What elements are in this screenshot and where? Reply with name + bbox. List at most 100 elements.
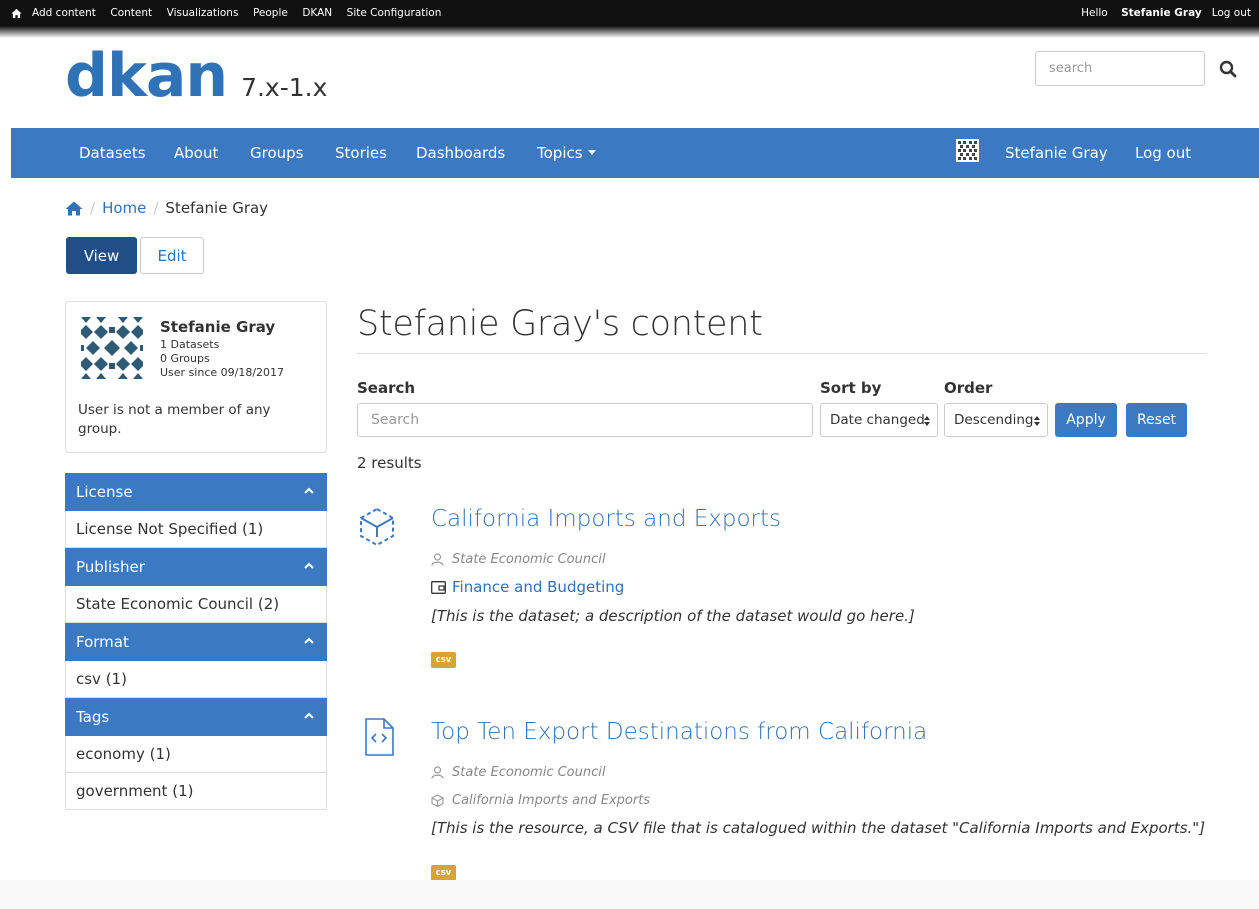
main-navigation: Datasets About Groups Stories Dashboards… (11, 128, 1259, 178)
divider (357, 353, 1207, 354)
content-search-input[interactable] (357, 403, 813, 437)
search-icon[interactable] (1219, 60, 1237, 78)
facet-title: Publisher (76, 558, 145, 576)
order-select-value: Descending (954, 412, 1034, 428)
nav-topics[interactable]: Topics (537, 144, 596, 162)
profile-datasets: 1 Datasets (160, 338, 220, 351)
select-arrows-icon (924, 416, 930, 426)
result-publisher: State Economic Council (431, 552, 606, 567)
facet-header-license[interactable]: License (65, 473, 327, 511)
chevron-up-icon (304, 637, 314, 644)
facet-item[interactable]: csv (1) (65, 661, 327, 698)
sort-select[interactable]: Date changed (820, 403, 938, 437)
apply-button[interactable]: Apply (1055, 403, 1117, 437)
profile-note: User is not a member of any group. (78, 402, 271, 437)
facet-item[interactable]: government (1) (65, 773, 327, 810)
nav-groups[interactable]: Groups (250, 144, 303, 162)
facet-title: Format (76, 633, 129, 651)
admin-link-site-configuration[interactable]: Site Configuration (347, 7, 442, 19)
nav-datasets[interactable]: Datasets (79, 144, 146, 162)
dataset-icon (431, 794, 444, 807)
result-parent-dataset: California Imports and Exports (431, 793, 650, 808)
nav-about[interactable]: About (174, 144, 218, 162)
order-label: Order (944, 379, 993, 397)
result-publisher: State Economic Council (431, 765, 606, 780)
parent-dataset-name: California Imports and Exports (452, 793, 651, 808)
user-profile-card: Stefanie Gray 1 Datasets 0 Groups User s… (65, 301, 327, 453)
result-topic-link[interactable]: Finance and Budgeting (431, 578, 624, 596)
site-version: 7.x-1.x (241, 73, 328, 102)
profile-info: Stefanie Gray 1 Datasets 0 Groups User s… (160, 318, 284, 380)
admin-link-dkan[interactable]: DKAN (302, 7, 332, 19)
nav-dashboards[interactable]: Dashboards (416, 144, 505, 162)
admin-logout-link[interactable]: Log out (1212, 7, 1251, 19)
order-select[interactable]: Descending (944, 403, 1048, 437)
resource-file-icon (365, 718, 394, 756)
dataset-icon (360, 507, 394, 547)
breadcrumb-separator: / (90, 199, 96, 217)
nav-user[interactable]: Stefanie Gray (1005, 144, 1108, 162)
breadcrumb: / Home / Stefanie Gray (65, 199, 268, 217)
select-arrows-icon (1034, 416, 1040, 426)
admin-toolbar: Add content Content Visualizations Peopl… (0, 0, 1259, 38)
home-icon[interactable] (65, 201, 83, 216)
admin-user-link[interactable]: Stefanie Gray (1121, 7, 1202, 19)
chevron-up-icon (304, 562, 314, 569)
facet-item[interactable]: economy (1) (65, 736, 327, 773)
breadcrumb-home[interactable]: Home (102, 199, 146, 217)
format-badge[interactable]: csv (431, 652, 456, 668)
facet-title: License (76, 483, 133, 501)
breadcrumb-separator: / (153, 199, 159, 217)
user-avatar-icon[interactable] (956, 139, 979, 162)
format-badge[interactable]: csv (431, 865, 456, 881)
reset-button[interactable]: Reset (1126, 403, 1187, 437)
result-description: [This is the resource, a CSV file that i… (431, 819, 1206, 837)
topic-name: Finance and Budgeting (452, 578, 625, 596)
tab-edit[interactable]: Edit (140, 237, 204, 274)
chevron-up-icon (304, 487, 314, 494)
header-search (1035, 51, 1237, 86)
profile-since: User since 09/18/2017 (160, 366, 285, 379)
facet-header-publisher[interactable]: Publisher (65, 548, 327, 586)
user-avatar-icon (81, 317, 143, 379)
nav-logout[interactable]: Log out (1135, 144, 1191, 162)
chevron-up-icon (304, 712, 314, 719)
facet-header-format[interactable]: Format (65, 623, 327, 661)
facet-title: Tags (76, 708, 110, 726)
admin-link-people[interactable]: People (253, 7, 288, 19)
publisher-icon (431, 766, 444, 779)
admin-link-visualizations[interactable]: Visualizations (167, 7, 239, 19)
facet-item[interactable]: State Economic Council (2) (65, 586, 327, 623)
sort-label: Sort by (820, 379, 882, 397)
logo-text: dkan (65, 41, 228, 111)
nav-topics-label: Topics (537, 144, 583, 162)
nav-stories[interactable]: Stories (335, 144, 387, 162)
admin-greeting: Hello Stefanie Gray (1081, 7, 1202, 19)
results-count: 2 results (357, 454, 422, 472)
tab-view[interactable]: View (66, 237, 137, 274)
site-logo[interactable]: dkan 7.x-1.x (65, 46, 327, 106)
greeting-text: Hello (1081, 7, 1108, 19)
chevron-down-icon (587, 150, 596, 155)
publisher-name: State Economic Council (452, 765, 606, 780)
publisher-name: State Economic Council (452, 552, 606, 567)
header-search-input[interactable] (1036, 52, 1219, 85)
page-title: Stefanie Gray's content (357, 304, 763, 344)
admin-link-content[interactable]: Content (110, 7, 152, 19)
home-icon[interactable] (0, 8, 32, 19)
footer (0, 880, 1259, 909)
facet-item[interactable]: License Not Specified (1) (65, 511, 327, 548)
facet-sidebar: License License Not Specified (1) Publis… (65, 473, 327, 810)
breadcrumb-current: Stefanie Gray (165, 199, 269, 217)
result-title-link[interactable]: Top Ten Export Destinations from Califor… (431, 719, 927, 745)
profile-name: Stefanie Gray (160, 318, 276, 336)
topic-icon (431, 580, 446, 594)
profile-groups: 0 Groups (160, 352, 210, 365)
facet-header-tags[interactable]: Tags (65, 698, 327, 736)
publisher-icon (431, 553, 444, 566)
sort-select-value: Date changed (830, 412, 925, 428)
admin-link-add-content[interactable]: Add content (32, 7, 96, 19)
result-title-link[interactable]: California Imports and Exports (431, 506, 781, 532)
search-label: Search (357, 379, 416, 397)
result-description: [This is the dataset; a description of t… (431, 607, 915, 625)
